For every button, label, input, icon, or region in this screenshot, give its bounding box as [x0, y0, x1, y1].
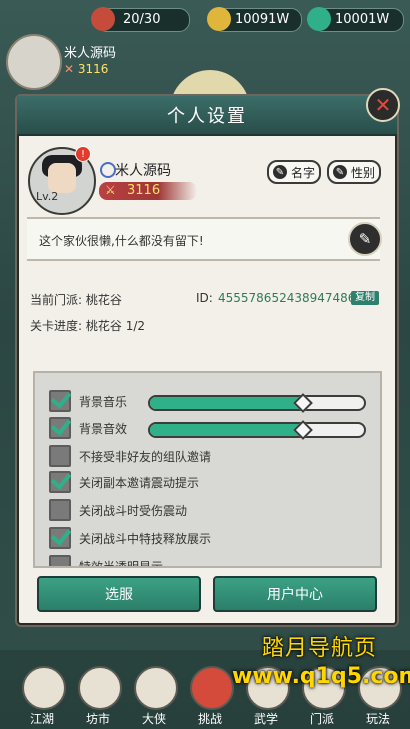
jianghu-icon: [22, 666, 66, 710]
dungeon-vibrate-checkbox[interactable]: [49, 471, 71, 493]
rename-button[interactable]: ✎ 名字: [267, 160, 321, 184]
nav-label: 门派: [309, 712, 334, 726]
gold-value: 10091W: [235, 12, 290, 27]
sfx-slider-fill: [150, 424, 305, 436]
power-icon: ✕: [64, 62, 75, 76]
jade-value: 10001W: [335, 12, 390, 27]
power-icon: ⚔: [105, 183, 116, 197]
setting-effect-alpha[interactable]: 特效半透明显示: [49, 555, 164, 568]
setting-team-invite[interactable]: 不接受非好友的组队邀请: [49, 445, 211, 467]
effect-alpha-checkbox[interactable]: [49, 555, 71, 566]
sect-value: 桃花谷: [85, 293, 122, 307]
jade-pill[interactable]: 10001W: [307, 7, 404, 32]
id-value: 4555786524389474861: [218, 291, 364, 305]
top-player-card[interactable]: 米人源码 ✕ 3116: [6, 34, 146, 90]
nav-tiaozhan[interactable]: 挑战: [190, 666, 234, 726]
profile-power-badge: ⚔ 3116: [99, 182, 197, 200]
nav-label: 挑战: [197, 712, 222, 726]
skill-show-label: 关闭战斗中特技释放展示: [79, 531, 212, 546]
team-invite-checkbox[interactable]: [49, 445, 71, 467]
nav-fangshi[interactable]: 坊市: [78, 666, 122, 726]
setting-dungeon-vibrate[interactable]: 关闭副本邀请震动提示: [49, 471, 199, 493]
sfx-checkbox[interactable]: [49, 417, 71, 439]
sect-label: 当前门派:: [30, 293, 83, 307]
jade-icon: [307, 7, 331, 31]
id-label: ID:: [196, 291, 213, 305]
brush-icon: ✎: [358, 230, 372, 248]
pen-icon: ✎: [332, 165, 347, 179]
stamina-value: 20/30: [123, 12, 161, 27]
skill-show-checkbox[interactable]: [49, 527, 71, 549]
nav-jianghu[interactable]: 江湖: [22, 666, 66, 726]
gold-pill[interactable]: 10091W: [207, 7, 302, 32]
tiaozhan-icon: [190, 666, 234, 710]
gender-label: 性别: [350, 165, 375, 180]
fangshi-icon: [78, 666, 122, 710]
nav-label: 江湖: [29, 712, 54, 726]
effect-alpha-label: 特效半透明显示: [79, 559, 164, 568]
male-gender-icon: [100, 162, 116, 178]
signature-text: 这个家伙很懒,什么都没有留下!: [39, 234, 204, 248]
pen-icon: ✎: [272, 165, 287, 179]
daxia-icon: [134, 666, 178, 710]
top-player-power: ✕ 3116: [64, 62, 108, 76]
panel-title: 个人设置: [167, 106, 247, 127]
bgm-label: 背景音乐: [79, 394, 128, 409]
avatar-face: [48, 163, 76, 193]
profile-name: 米人源码: [115, 163, 171, 179]
rename-label: 名字: [290, 165, 315, 180]
nav-daxia[interactable]: 大侠: [134, 666, 178, 726]
stamina-pill[interactable]: 20/30: [91, 7, 190, 32]
gender-button[interactable]: ✎ 性别: [327, 160, 381, 184]
top-player-name: 米人源码: [64, 46, 117, 61]
profile-power-value: 3116: [127, 183, 161, 198]
bgm-checkbox[interactable]: [49, 390, 71, 412]
stamina-icon: [91, 7, 115, 31]
progress-info: 关卡进度: 桃花谷 1/2: [30, 317, 145, 334]
hurt-vibrate-label: 关闭战斗时受伤震动: [79, 503, 188, 518]
nav-label: 大侠: [141, 712, 166, 726]
copy-button[interactable]: 复制: [351, 291, 379, 305]
top-player-power-value: 3116: [77, 62, 109, 76]
hurt-vibrate-checkbox[interactable]: [49, 499, 71, 521]
user-center-button[interactable]: 用户中心: [213, 576, 377, 612]
progress-label: 关卡进度:: [30, 319, 83, 333]
sfx-slider[interactable]: [148, 422, 366, 438]
watermark-line2: www.q1q5.com: [232, 664, 410, 689]
nav-label: 坊市: [85, 712, 110, 726]
watermark-line1: 踏月导航页: [262, 636, 378, 661]
close-icon: ✕: [374, 93, 392, 117]
settings-list[interactable]: 背景音乐 背景音效 不接受非好友的组队邀请 关闭副本邀请震动提示 关闭战斗时受伤…: [33, 371, 382, 568]
gold-coin-icon: [207, 7, 231, 31]
bgm-slider-fill: [150, 397, 305, 409]
nav-label: 武学: [253, 712, 278, 726]
setting-sfx[interactable]: 背景音效: [49, 417, 127, 439]
edit-signature-button[interactable]: ✎: [348, 222, 382, 256]
sfx-label: 背景音效: [79, 421, 128, 436]
setting-bgm[interactable]: 背景音乐: [49, 390, 127, 412]
select-server-button[interactable]: 选服: [37, 576, 201, 612]
alert-icon: !: [75, 146, 91, 162]
team-invite-label: 不接受非好友的组队邀请: [79, 449, 212, 464]
setting-skill-show[interactable]: 关闭战斗中特技释放展示: [49, 527, 211, 549]
signature-box: 这个家伙很懒,什么都没有留下!: [27, 217, 380, 261]
watermark: 踏月导航页 www.q1q5.com: [232, 630, 410, 692]
close-button[interactable]: ✕: [366, 88, 400, 122]
setting-hurt-vibrate[interactable]: 关闭战斗时受伤震动: [49, 499, 187, 521]
nav-label: 玩法: [365, 712, 390, 726]
top-avatar[interactable]: [6, 34, 62, 90]
progress-value: 桃花谷 1/2: [85, 319, 146, 333]
bgm-slider[interactable]: [148, 395, 366, 411]
panel-header: 个人设置: [17, 96, 397, 136]
dungeon-vibrate-label: 关闭副本邀请震动提示: [79, 475, 200, 490]
sect-info: 当前门派: 桃花谷: [30, 291, 122, 308]
level-label: Lv.2: [36, 190, 59, 203]
